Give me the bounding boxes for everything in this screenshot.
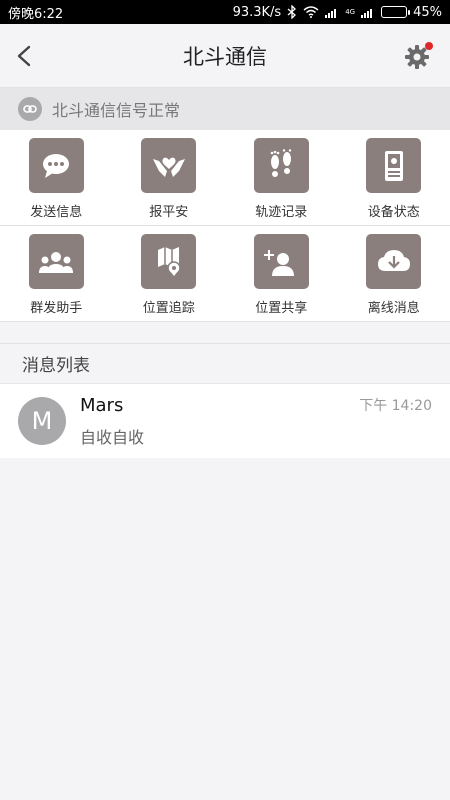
- network-type: 4G: [345, 7, 356, 16]
- location-share-button[interactable]: 位置共享: [225, 226, 338, 321]
- list-item[interactable]: M Mars 自收自收 下午 14:20: [0, 384, 450, 458]
- cell-signal-icon-2: [361, 7, 375, 18]
- device-icon: [366, 138, 422, 193]
- grid-label: 位置追踪: [142, 301, 195, 316]
- status-time: 傍晚6:22: [8, 6, 64, 22]
- footprints-icon: [253, 138, 309, 193]
- cloud-download-icon: [366, 234, 422, 289]
- message-preview: 自收自收: [80, 427, 145, 447]
- device-status-button[interactable]: 设备状态: [338, 130, 450, 225]
- grid-label: 群发助手: [30, 301, 83, 316]
- settings-button[interactable]: [404, 42, 433, 70]
- cell-signal-icon: [325, 7, 339, 18]
- grid-row: 发送信息 报平安 轨迹记录 设备状态: [0, 130, 450, 226]
- page-title: 北斗通信: [183, 44, 267, 69]
- grid-label: 发送信息: [30, 205, 83, 220]
- group-send-button[interactable]: 群发助手: [0, 226, 113, 321]
- avatar: M: [18, 397, 66, 445]
- wifi-icon: [303, 6, 319, 18]
- status-bar: 傍晚6:22 93.3K/s 4G 45%: [0, 0, 450, 24]
- signal-status-bar: 北斗通信信号正常: [0, 88, 450, 130]
- share-user-icon: [253, 234, 309, 289]
- battery-icon: [381, 6, 411, 18]
- track-record-button[interactable]: 轨迹记录: [225, 130, 338, 225]
- grid-row: 群发助手 位置追踪 位置共享 离线消息: [0, 226, 450, 322]
- grid-label: 报平安: [149, 205, 189, 220]
- chevron-left-icon: [17, 45, 31, 67]
- battery-percent: 45%: [413, 4, 442, 20]
- message-time: 下午 14:20: [359, 398, 432, 414]
- offline-message-button[interactable]: 离线消息: [338, 226, 450, 321]
- hands-heart-icon: [141, 138, 197, 193]
- bluetooth-icon: [287, 5, 297, 19]
- grid-label: 位置共享: [255, 301, 308, 316]
- grid-label: 设备状态: [367, 205, 420, 220]
- title-bar: 北斗通信: [0, 24, 450, 88]
- report-safe-button[interactable]: 报平安: [113, 130, 226, 225]
- section-divider: [0, 322, 450, 344]
- group-icon: [28, 234, 84, 289]
- function-grid: 发送信息 报平安 轨迹记录 设备状态 群发助手 位置追踪 位置共享 离线消息: [0, 130, 450, 322]
- notification-badge: [425, 42, 433, 50]
- chat-bubble-icon: [28, 138, 84, 193]
- location-tracking-button[interactable]: 位置追踪: [113, 226, 226, 321]
- send-message-button[interactable]: 发送信息: [0, 130, 113, 225]
- grid-label: 轨迹记录: [255, 205, 308, 220]
- map-pin-icon: [141, 234, 197, 289]
- link-icon: [18, 97, 42, 121]
- back-button[interactable]: [8, 40, 40, 72]
- message-list-header: 消息列表: [0, 344, 450, 384]
- network-speed: 93.3K/s: [232, 4, 282, 20]
- grid-label: 离线消息: [367, 301, 420, 316]
- signal-status-text: 北斗通信信号正常: [52, 101, 181, 120]
